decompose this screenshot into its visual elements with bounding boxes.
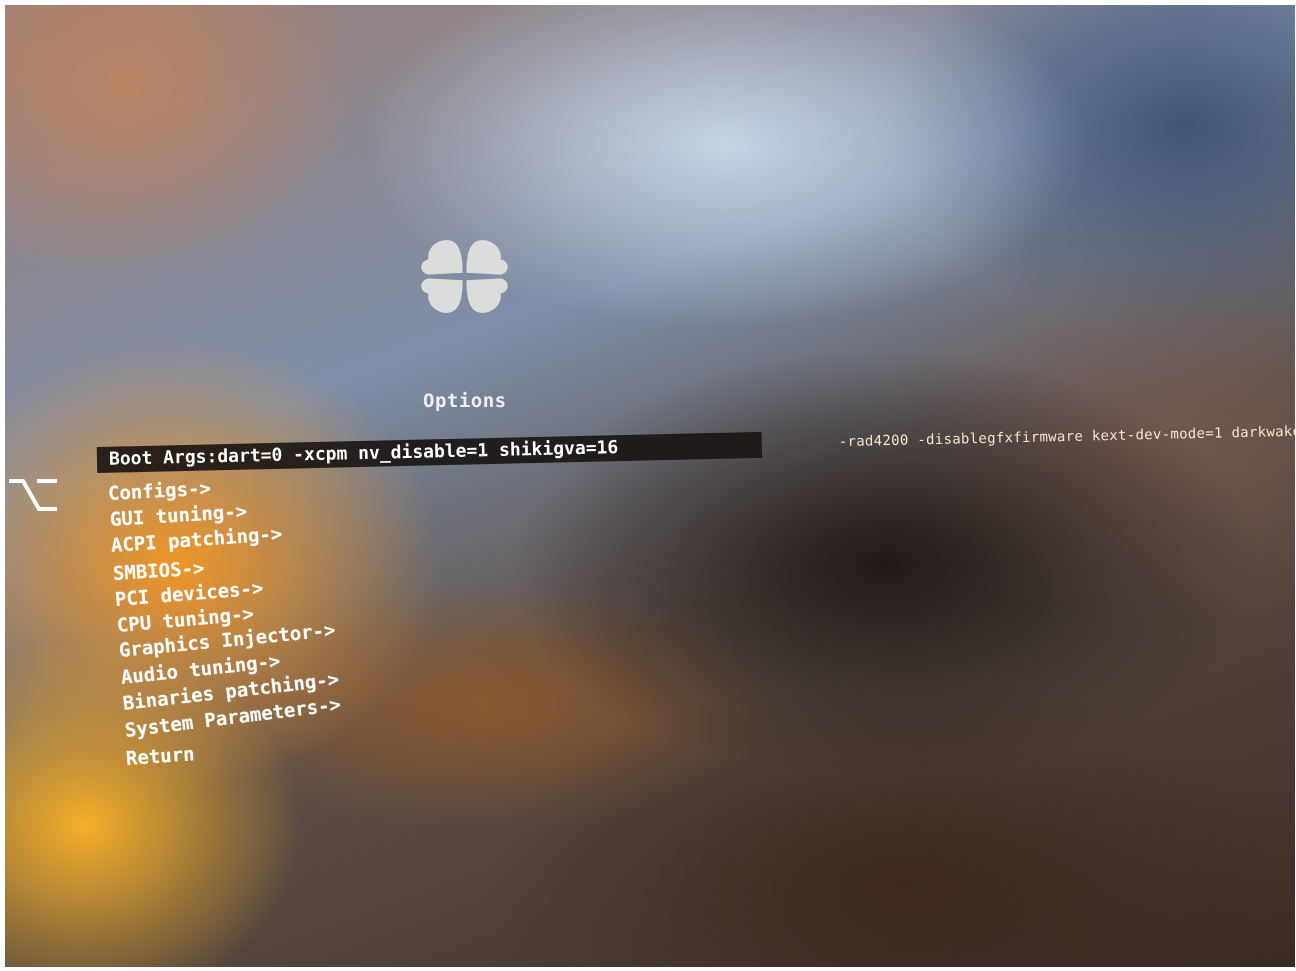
boot-args-value[interactable]: dart=0 -xcpm nv_disable=1 shikigva=16	[217, 437, 618, 467]
boot-screen: Options Boot Args:dart=0 -xcpm nv_disabl…	[5, 5, 1295, 967]
boot-args-row[interactable]: Boot Args:dart=0 -xcpm nv_disable=1 shik…	[96, 418, 1295, 475]
clover-icon	[421, 240, 508, 313]
option-key-icon	[9, 479, 57, 511]
menu-item-smbios[interactable]: SMBIOS->	[112, 557, 205, 585]
boot-args-label: Boot Args:	[108, 446, 218, 470]
boot-args-overflow: -rad4200 -disablegfxfirmware kext-dev-mo…	[838, 422, 1295, 451]
page-title: Options	[423, 390, 507, 412]
boot-args-field[interactable]: Boot Args:dart=0 -xcpm nv_disable=1 shik…	[109, 435, 619, 473]
menu-item-return[interactable]: Return	[125, 743, 195, 770]
menu-item-configs[interactable]: Configs->	[107, 478, 211, 505]
